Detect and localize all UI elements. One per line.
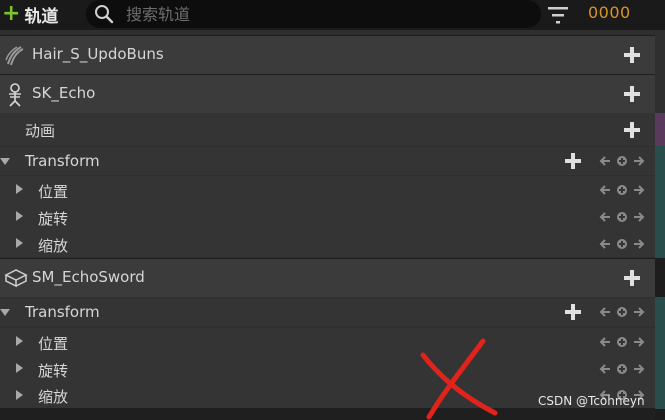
track-label: Hair_S_UpdoBuns: [32, 45, 164, 63]
search-input[interactable]: [124, 3, 528, 25]
add-icon: +: [2, 1, 21, 26]
next-key-icon[interactable]: [633, 208, 645, 227]
static-mesh-icon: [4, 269, 28, 288]
track-label: Transform: [25, 152, 100, 170]
add-key-icon[interactable]: [616, 152, 628, 171]
track-row-scale[interactable]: 缩放: [0, 230, 655, 257]
track-row-rotation-sword[interactable]: 旋转: [0, 355, 655, 382]
key-navigation: [599, 155, 645, 167]
track-row-sm-echosword[interactable]: SM_EchoSword: [0, 258, 655, 297]
add-key-icon[interactable]: [616, 235, 628, 254]
track-row-transform-sword[interactable]: Transform: [0, 298, 655, 326]
next-key-icon[interactable]: [633, 360, 645, 379]
prev-key-icon[interactable]: [599, 208, 611, 227]
add-icon[interactable]: [623, 269, 641, 287]
add-key-icon[interactable]: [616, 303, 628, 322]
add-key-icon[interactable]: [616, 360, 628, 379]
next-key-icon[interactable]: [633, 303, 645, 322]
red-x-annotation: [420, 338, 498, 420]
track-label: 位置: [38, 183, 69, 201]
bottom-bar: [0, 408, 655, 420]
next-key-icon[interactable]: [633, 235, 645, 254]
expand-arrow-icon[interactable]: [16, 336, 23, 346]
key-navigation: [599, 238, 645, 250]
prev-key-icon[interactable]: [599, 303, 611, 322]
prev-key-icon[interactable]: [599, 152, 611, 171]
search-icon: [95, 5, 114, 24]
prev-key-icon[interactable]: [599, 333, 611, 352]
filter-icon[interactable]: [546, 4, 570, 26]
track-label: 缩放: [38, 237, 69, 255]
add-track-label: 轨道: [24, 6, 59, 27]
add-track-button[interactable]: + 轨道: [0, 0, 58, 28]
add-icon[interactable]: [623, 85, 641, 103]
prev-key-icon[interactable]: [599, 181, 611, 200]
search-bar[interactable]: [86, 0, 541, 28]
track-label: 旋转: [38, 210, 69, 228]
key-navigation: [599, 184, 645, 196]
expand-arrow-icon[interactable]: [0, 158, 10, 165]
add-icon[interactable]: [623, 46, 641, 64]
expand-arrow-icon[interactable]: [16, 238, 23, 248]
track-row-transform[interactable]: Transform: [0, 147, 655, 175]
track-row-location[interactable]: 位置: [0, 176, 655, 203]
add-key-icon[interactable]: [616, 333, 628, 352]
track-row-location-sword[interactable]: 位置: [0, 328, 655, 355]
expand-arrow-icon[interactable]: [16, 211, 23, 221]
track-label: 动画: [25, 122, 56, 140]
key-navigation: [599, 211, 645, 223]
track-label: 位置: [38, 335, 69, 353]
prev-key-icon[interactable]: [599, 235, 611, 254]
expand-arrow-icon[interactable]: [16, 390, 23, 400]
track-color-strip: [655, 297, 665, 409]
frame-counter[interactable]: 0000: [588, 3, 631, 22]
add-icon[interactable]: [564, 152, 582, 170]
track-color-strip: [655, 146, 665, 258]
next-key-icon[interactable]: [633, 181, 645, 200]
skeleton-icon: [9, 83, 21, 107]
key-navigation: [599, 363, 645, 375]
track-row-animation[interactable]: 动画: [0, 113, 655, 146]
add-icon[interactable]: [623, 121, 641, 139]
track-label: SM_EchoSword: [32, 268, 145, 286]
track-label: SK_Echo: [32, 84, 96, 102]
expand-arrow-icon[interactable]: [16, 363, 23, 373]
track-row-sk-echo[interactable]: SK_Echo: [0, 74, 655, 113]
hair-groom-icon: [5, 46, 24, 66]
add-icon[interactable]: [564, 303, 582, 321]
track-color-strip: [655, 113, 665, 146]
track-label: 旋转: [38, 362, 69, 380]
track-row-rotation[interactable]: 旋转: [0, 203, 655, 230]
key-navigation: [599, 306, 645, 318]
add-key-icon[interactable]: [616, 181, 628, 200]
next-key-icon[interactable]: [633, 333, 645, 352]
next-key-icon[interactable]: [633, 152, 645, 171]
track-row-hair[interactable]: Hair_S_UpdoBuns: [0, 35, 655, 74]
expand-arrow-icon[interactable]: [16, 184, 23, 194]
expand-arrow-icon[interactable]: [0, 309, 10, 316]
key-navigation: [599, 336, 645, 348]
prev-key-icon[interactable]: [599, 360, 611, 379]
track-label: 缩放: [38, 388, 69, 406]
add-key-icon[interactable]: [616, 208, 628, 227]
watermark: CSDN @Tcohneyn: [538, 394, 645, 408]
track-label: Transform: [25, 303, 100, 321]
